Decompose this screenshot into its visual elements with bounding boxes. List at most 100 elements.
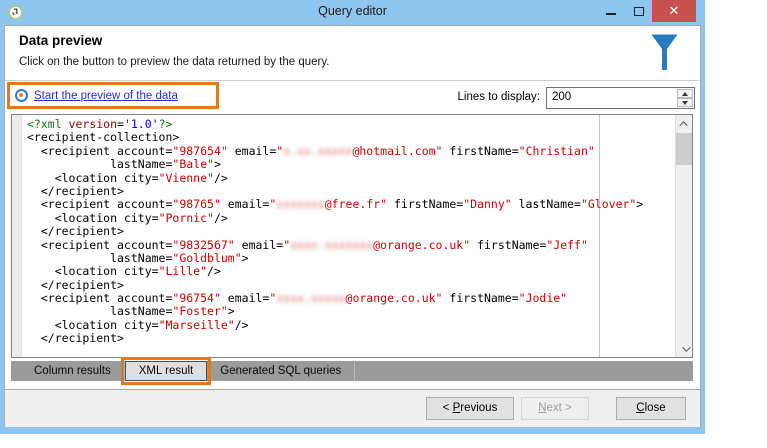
minimize-button[interactable] (598, 0, 624, 22)
close-window-button[interactable]: ✕ (652, 0, 696, 22)
code-segment: email= (234, 237, 284, 252)
code-line: <recipient-collection> (27, 131, 672, 144)
code-line: <location city="Marseille"/> (27, 317, 672, 332)
footer-bar: < Previous Next > Close (5, 389, 700, 427)
code-segment: lastName= (27, 250, 173, 265)
code-segment: </recipient> (27, 331, 124, 346)
code-segment: "9832567" (172, 237, 235, 252)
tab-generated-sql-queries[interactable]: Generated SQL queries (207, 361, 356, 381)
close-button[interactable]: Close (616, 397, 686, 420)
titlebar[interactable]: Query editor ✕ (0, 0, 705, 25)
code-segment: email= (220, 197, 270, 212)
query-editor-dialog: Query editor ✕ Data preview Click on the… (0, 0, 705, 434)
code-segment: <location city= (27, 210, 159, 225)
dialog-client-area: Data preview Click on the button to prev… (4, 25, 701, 427)
code-line: <location city="Lille"/> (27, 265, 672, 278)
redacted-email-text: xxxx.xxxxxxx (290, 237, 374, 252)
code-segment: <location city= (27, 264, 159, 279)
code-segment: <?xml (27, 117, 69, 131)
annotation-box-preview-link: Start the preview of the data (7, 82, 219, 109)
code-segment: lastName= (511, 197, 581, 212)
redacted-email-text: x.xx.xxxxx (283, 143, 353, 158)
page-subtitle: Click on the button to preview the data … (19, 56, 330, 68)
code-segment: "987654" (172, 143, 228, 158)
spinner-up-button[interactable] (677, 89, 693, 98)
start-preview-link[interactable]: Start the preview of the data (34, 90, 178, 102)
maximize-icon (634, 6, 644, 16)
code-segment: </recipient> (27, 277, 124, 292)
code-line: </recipient> (27, 224, 672, 238)
code-line: <recipient account="96754" email="xxxx.x… (27, 291, 672, 306)
maximize-button[interactable] (626, 0, 652, 22)
code-segment: lastName= (27, 304, 173, 319)
code-segment: "98765" (172, 197, 221, 212)
code-segment: /> (213, 170, 228, 185)
code-segment: "Vienne" (158, 170, 214, 185)
code-segment: </recipient> (27, 183, 124, 198)
code-segment: "Glover" (580, 197, 637, 212)
code-segment: "Jodie" (518, 291, 568, 306)
code-segment: lastName= (27, 157, 173, 172)
code-segment: firstName= (442, 291, 519, 306)
code-segment: "Foster" (172, 304, 228, 319)
code-line: <?xml version='1.0'?> (27, 117, 672, 131)
code-segment: <recipient account= (27, 291, 173, 306)
next-button[interactable]: Next > (521, 397, 589, 420)
redacted-email-text: xxxx.xxxxx (276, 291, 346, 306)
code-segment: @orange.co.uk" (345, 291, 443, 306)
code-line: </recipient> (27, 277, 672, 292)
lines-spinner (677, 89, 693, 107)
minimize-icon (606, 13, 616, 15)
spinner-down-button[interactable] (677, 98, 693, 107)
eye-icon (15, 89, 28, 102)
previous-button[interactable]: < Previous (426, 397, 514, 420)
code-segment: email= (220, 291, 270, 306)
code-line: lastName="Bale"> (27, 157, 672, 172)
code-line: <location city="Vienne"/> (27, 170, 672, 185)
vertical-scrollbar[interactable] (675, 115, 692, 357)
tab-column-results[interactable]: Column results (21, 361, 125, 381)
page-title: Data preview (19, 33, 103, 48)
code-segment: '1.0' (123, 117, 159, 131)
lines-to-display-label: Lines to display: (457, 91, 540, 103)
code-segment: > (213, 157, 221, 172)
code-segment: firstName= (470, 237, 547, 252)
code-line: lastName="Goldblum"> (27, 250, 672, 265)
scrollbar-thumb[interactable] (676, 133, 692, 165)
code-segment: "Lille" (158, 264, 208, 279)
chevron-down-icon (681, 342, 691, 352)
code-segment: @free.fr" (324, 197, 388, 212)
code-line: <recipient account="98765" email="xxxxxx… (27, 198, 672, 211)
tab-xml-result[interactable]: XML result (124, 361, 208, 381)
xml-preview-pane[interactable]: <?xml version='1.0'?> <recipient-collecti… (11, 114, 693, 358)
code-segment: /> (213, 210, 228, 225)
code-segment: "Bale" (172, 157, 214, 172)
scrollbar-up-button[interactable] (676, 115, 692, 132)
code-segment: <recipient account= (27, 143, 173, 158)
close-icon: ✕ (668, 3, 680, 18)
header-band: Data preview Click on the button to prev… (5, 26, 700, 81)
lines-to-display-input[interactable]: 200 (546, 87, 695, 109)
code-segment: "Danny" (463, 197, 512, 212)
code-line: <recipient account="9832567" email="xxxx… (27, 237, 672, 252)
code-segment: firstName= (387, 197, 464, 212)
code-segment: "Pornic" (158, 210, 214, 225)
code-segment: "Goldblum" (172, 250, 242, 265)
code-line: </recipient> (27, 332, 672, 345)
code-segment: firstName= (442, 143, 519, 158)
code-segment: "Marseille" (158, 317, 235, 332)
code-segment: <location city= (27, 317, 159, 332)
tabbar: Column results XML result Generated SQL qu… (11, 357, 693, 385)
chevron-up-icon (678, 120, 688, 130)
code-segment: > (241, 250, 249, 265)
scrollbar-down-button[interactable] (676, 340, 692, 357)
code-segment: "Jeff" (546, 237, 588, 252)
code-gutter (12, 115, 22, 357)
code-segment: "96754" (172, 291, 221, 306)
code-segment: @hotmail.com" (352, 143, 443, 158)
triangle-down-icon (682, 100, 688, 105)
filter-funnel-icon (651, 34, 678, 70)
code-segment: "Christian" (518, 143, 595, 158)
code-segment: @orange.co.uk" (373, 237, 471, 252)
desktop-background: Query editor ✕ Data preview Click on the… (0, 0, 767, 448)
